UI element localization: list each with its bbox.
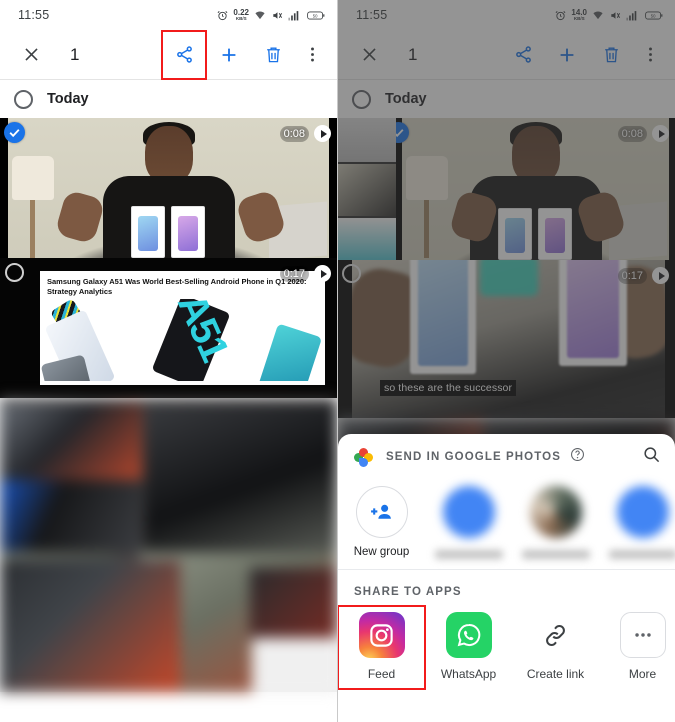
app-label: Feed [367,667,396,681]
share-sheet-title: SEND IN GOOGLE PHOTOS [386,451,561,463]
svg-text:50: 50 [313,13,318,18]
share-sheet-header: SEND IN GOOGLE PHOTOS [338,434,675,480]
selected-count-label: 1 [70,44,80,64]
day-header-today-left[interactable]: Today [0,80,337,118]
contact-name [521,550,590,559]
blurred-photo-grid-left[interactable] [0,398,337,692]
selection-action-bar-left: 1 [0,29,337,80]
day-header-label: Today [47,91,89,107]
arm-left-shape [54,189,106,245]
video-duration-label: 0:17 [279,265,309,282]
app-feed[interactable]: Feed [338,605,426,690]
contact-new-group[interactable]: New group [338,486,425,558]
unselected-circle-icon[interactable] [5,263,24,282]
contact-item[interactable] [425,486,512,559]
app-label: More [628,667,657,681]
app-label: Create link [526,667,585,681]
selected-checkbox-icon[interactable] [4,122,25,143]
add-to-album-button[interactable] [211,37,247,73]
search-icon[interactable] [642,445,661,469]
network-speed-unit: KB/S [235,15,247,21]
status-icon-group: 0.22 KB/S 50 [217,8,325,22]
lamp-shape [12,156,54,200]
grid-photo [252,638,337,692]
avatar [442,486,495,538]
more-icon [619,612,666,658]
select-day-circle-icon[interactable] [14,89,33,109]
avatar [355,486,408,538]
alarm-icon [218,10,228,20]
app-more[interactable]: More [599,606,675,689]
news-artwork: A51 [40,299,325,381]
close-selection-button[interactable] [14,38,48,72]
status-bar-left: 11:55 0.22 KB/S 50 [0,0,337,30]
avatar [616,486,669,538]
delete-button[interactable] [255,37,291,73]
play-icon[interactable] [314,265,331,282]
more-icon [310,47,314,62]
phone-cyan-shape [257,323,323,381]
share-icon [176,46,192,63]
contacts-row: New group [338,480,675,559]
video-duration-label: 0:08 [279,125,309,142]
phone-box-1 [130,206,165,258]
video-duration-badge-1: 0:08 [279,125,331,142]
action-buttons-group [161,29,325,80]
video-duration-badge-2: 0:17 [279,265,331,282]
right-panel: 11:55 14.0 KB/S 50 1 [338,0,675,722]
share-apps-row: Feed WhatsApp Create link More [338,598,675,690]
contact-name: New group [353,546,410,558]
contact-name [434,550,503,559]
avatar [529,486,582,538]
help-icon[interactable] [570,447,585,467]
signal-icon [288,10,299,20]
app-whatsapp[interactable]: WhatsApp [425,606,512,689]
app-label: WhatsApp [440,667,497,681]
wifi-icon [255,10,265,19]
battery-icon: 50 [307,10,325,20]
play-icon[interactable] [314,125,331,142]
phone-box-2 [170,206,205,258]
torso-shape [102,176,235,258]
contact-name [608,550,675,559]
status-time: 11:55 [18,8,50,22]
add-group-icon [371,504,391,519]
instagram-icon [358,612,405,658]
contact-item[interactable] [512,486,599,559]
app-create-link[interactable]: Create link [512,606,599,689]
lamp-stand-shape [30,200,35,258]
grid-photo [0,402,142,482]
grid-photo [0,560,180,692]
whatsapp-icon [445,612,492,658]
google-photos-logo-icon [354,447,373,467]
share-to-apps-label: SHARE TO APPS [354,586,462,598]
left-panel: 11:55 0.22 KB/S 50 1 Today 0:08 Samsung … [0,0,338,722]
grid-photo [0,480,142,554]
media-item-video-1[interactable]: 0:08 [0,118,337,258]
media-list-left: 0:08 Samsung Galaxy A51 Was World Best-S… [0,118,337,692]
news-thumbnail-card: Samsung Galaxy A51 Was World Best-Sellin… [40,271,325,385]
share-bottom-sheet: SEND IN GOOGLE PHOTOS New group SHARE TO… [338,434,675,722]
media-item-video-2[interactable]: Samsung Galaxy A51 Was World Best-Sellin… [0,258,337,398]
link-icon [532,612,579,658]
grid-photo [250,568,337,642]
share-button[interactable] [161,29,207,80]
dual-screenshot-comparison: 11:55 0.22 KB/S 50 1 Today 0:08 Samsung … [0,0,675,722]
mute-icon [273,11,282,19]
overflow-menu-button[interactable] [299,37,325,73]
network-speed-indicator: 0.22 KB/S [233,8,249,22]
add-icon [222,48,236,61]
contact-item[interactable] [599,486,675,559]
grid-photo [144,402,337,554]
delete-icon [266,47,280,63]
